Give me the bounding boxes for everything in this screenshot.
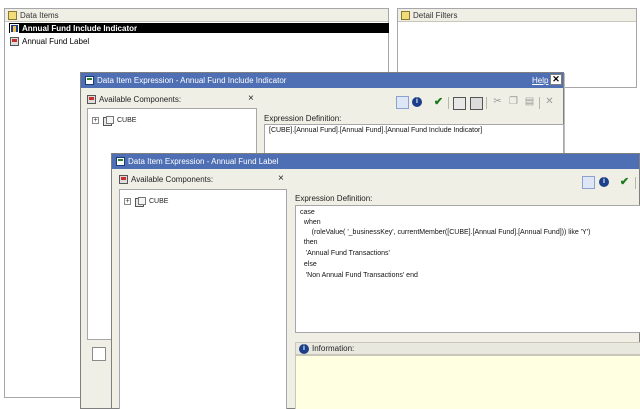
- dialog2-expression-editor[interactable]: case when (roleValue( '_businessKey', cu…: [295, 205, 640, 333]
- toolbar-separator: [635, 177, 636, 189]
- table-view-icon[interactable]: [470, 97, 483, 110]
- info-toggle-button[interactable]: i: [599, 176, 612, 189]
- paste-icon[interactable]: ▤: [523, 96, 536, 109]
- info-icon: i: [599, 177, 609, 187]
- expression-line: (roleValue( '_businessKey', currentMembe…: [300, 229, 591, 236]
- detail-filters-header: Detail Filters: [398, 9, 636, 22]
- dialog2-titlebar: Data Item Expression - Annual Fund Label: [112, 154, 639, 169]
- dialog1-components-close-icon[interactable]: ×: [248, 93, 254, 104]
- dialog2-information-panel: [295, 355, 640, 409]
- dialog2-components-close-icon[interactable]: ×: [278, 173, 284, 184]
- toolbar-separator: [486, 97, 487, 109]
- dialog2-components-tree: + CUBE: [119, 189, 287, 409]
- data-items-icon: [8, 10, 17, 20]
- help-link[interactable]: Help: [532, 76, 548, 85]
- available-components-label: Available Components:: [99, 95, 182, 104]
- dialog2-title: Data Item Expression - Annual Fund Label: [128, 157, 279, 166]
- cube-icon: [135, 197, 146, 207]
- data-item-annual-fund-label[interactable]: Annual Fund Label: [10, 36, 89, 46]
- cube-label: CUBE: [117, 117, 137, 124]
- expression-line: when: [300, 219, 321, 226]
- data-item-label: Annual Fund Include Indicator: [22, 23, 138, 33]
- tree-view-button[interactable]: [396, 96, 409, 109]
- copy-icon[interactable]: ❐: [507, 96, 520, 109]
- dialog1-bottom-tool-icon[interactable]: [92, 347, 106, 361]
- expression-view-icon[interactable]: [453, 97, 466, 110]
- expand-icon[interactable]: +: [92, 117, 99, 124]
- data-item-label: Annual Fund Label: [22, 36, 90, 46]
- data-items-header: Data Items: [5, 9, 388, 22]
- info-icon: i: [412, 97, 422, 107]
- dialog1-titlebar: Data Item Expression - Annual Fund Inclu…: [81, 73, 563, 88]
- dialog2-cube-node[interactable]: + CUBE: [124, 197, 169, 207]
- dialog2-expression-label: Expression Definition:: [295, 194, 373, 203]
- dialog1-close-button[interactable]: ✕: [550, 74, 562, 85]
- dialog1-available-components: Available Components:: [87, 95, 181, 104]
- expression-line: 'Non Annual Fund Transactions' end: [300, 272, 418, 279]
- available-components-label: Available Components:: [131, 175, 214, 184]
- information-icon: i: [299, 343, 309, 354]
- filter-icon: [401, 10, 410, 20]
- detail-filters-title: Detail Filters: [413, 10, 458, 20]
- validate-button[interactable]: ✔: [432, 96, 445, 109]
- components-icon: [119, 175, 128, 184]
- dialog1-cube-node[interactable]: + CUBE: [92, 116, 137, 126]
- dialog2-information-header: i Information:: [295, 342, 640, 355]
- expand-icon[interactable]: +: [124, 198, 131, 205]
- dialog-icon: [85, 76, 94, 85]
- toolbar-separator: [448, 97, 449, 109]
- dialog2-available-components: Available Components:: [119, 175, 213, 184]
- dialog1-expression-label: Expression Definition:: [264, 114, 342, 123]
- tree-view-button[interactable]: [582, 176, 595, 189]
- validate-button[interactable]: ✔: [618, 176, 631, 189]
- dialog-icon: [116, 157, 125, 166]
- data-item-annual-fund-include-indicator[interactable]: Annual Fund Include Indicator: [9, 23, 389, 33]
- toolbar-separator: [539, 97, 540, 109]
- info-toggle-button[interactable]: i: [412, 96, 425, 109]
- cube-label: CUBE: [149, 198, 169, 205]
- cube-icon: [103, 116, 114, 126]
- expression-line: case: [300, 209, 315, 216]
- level-icon: [10, 36, 19, 46]
- expression-line: then: [300, 239, 318, 246]
- measure-icon: [10, 23, 19, 33]
- expression-line: 'Annual Fund Transactions': [300, 250, 390, 257]
- information-label: Information:: [312, 344, 355, 353]
- delete-icon[interactable]: ✕: [543, 96, 556, 109]
- expression-line: else: [300, 261, 317, 268]
- components-icon: [87, 95, 96, 104]
- data-items-title: Data Items: [20, 10, 59, 20]
- cut-icon[interactable]: ✂: [491, 96, 504, 109]
- dialog1-expression-text: [CUBE].[Annual Fund].[Annual Fund].[Annu…: [269, 127, 483, 134]
- expression-dialog-annual-fund-label: Data Item Expression - Annual Fund Label…: [111, 153, 640, 409]
- dialog1-title: Data Item Expression - Annual Fund Inclu…: [97, 76, 287, 85]
